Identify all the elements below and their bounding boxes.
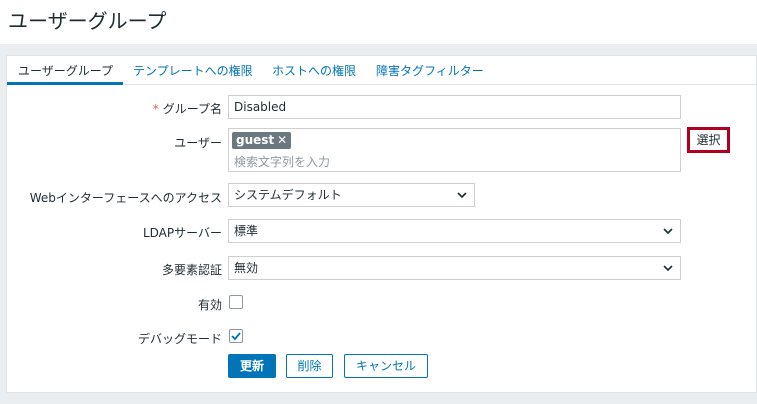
debug-mode-label: デバッグモード [137,332,222,346]
page-header: ユーザーグループ [0,0,757,44]
chevron-down-icon [663,265,673,272]
ldap-select[interactable]: 標準 [228,219,681,243]
enabled-label: 有効 [197,298,222,312]
checkmark-icon [231,332,241,341]
tab-template-permissions[interactable]: テンプレートへの権限 [133,62,253,79]
user-chip-guest: guest ✕ [232,132,292,149]
mfa-value: 無効 [234,261,259,275]
ldap-label: LDAPサーバー [142,226,222,240]
remove-chip-icon[interactable]: ✕ [277,133,287,147]
ldap-value: 標準 [234,224,259,238]
update-button[interactable]: 更新 [228,354,276,378]
tab-bar: ユーザーグループ テンプレートへの権限 ホストへの権限 障害タグフィルター [7,56,756,85]
mfa-select[interactable]: 無効 [228,256,681,280]
web-access-select[interactable]: システムデフォルト [228,183,475,207]
cancel-button[interactable]: キャンセル [344,354,428,378]
user-chip-label: guest [236,133,275,147]
chevron-down-icon [457,192,467,199]
select-users-button[interactable]: 選択 [687,127,730,153]
delete-button[interactable]: 削除 [286,354,333,378]
mfa-label: 多要素認証 [161,263,222,277]
users-label: ユーザー [174,136,222,150]
enabled-checkbox[interactable] [229,295,243,309]
web-access-value: システムデフォルト [234,188,342,202]
chevron-down-icon [663,228,673,235]
debug-mode-checkbox[interactable] [229,329,243,343]
tab-host-permissions[interactable]: ホストへの権限 [272,62,356,79]
users-multiselect[interactable]: guest ✕ 検索文字列を入力 [228,128,681,172]
tab-user-group[interactable]: ユーザーグループ [18,62,113,79]
group-name-input[interactable] [228,95,681,119]
users-search-placeholder[interactable]: 検索文字列を入力 [234,153,330,170]
tab-problem-tag-filter[interactable]: 障害タグフィルター [376,62,484,79]
active-tab-indicator [7,82,123,85]
group-name-label: * グループ名 [152,102,222,116]
form-panel: ユーザーグループ テンプレートへの権限 ホストへの権限 障害タグフィルター * グ… [6,55,757,393]
page-title: ユーザーグループ [8,9,167,33]
required-mark: * [152,102,159,116]
web-access-label: Webインターフェースへのアクセス [29,191,222,205]
